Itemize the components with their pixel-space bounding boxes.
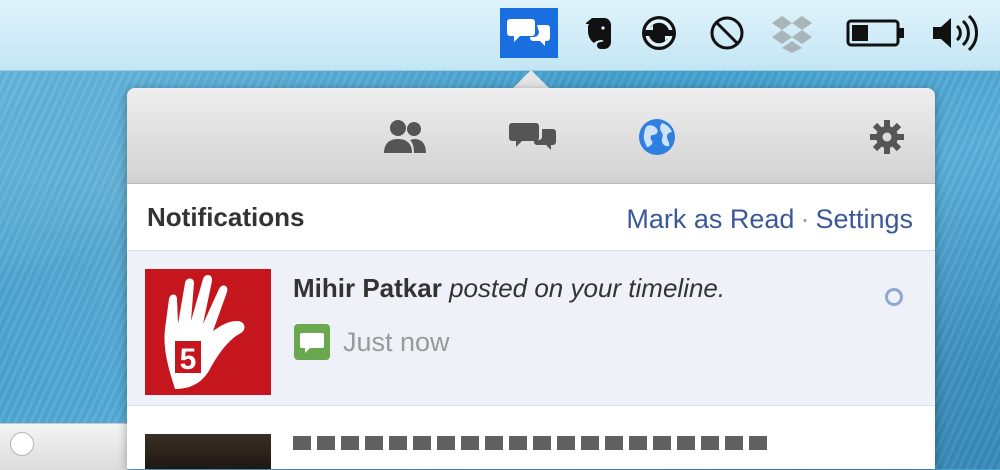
popup-tab-bar [127, 88, 935, 184]
sync-icon[interactable] [630, 8, 688, 58]
list-item[interactable]: 5 Mihir Patkar posted on your timeline. … [127, 251, 935, 406]
messages-icon[interactable] [503, 112, 563, 162]
evernote-icon[interactable] [570, 8, 628, 58]
notification-actor[interactable]: Mihir Patkar [293, 273, 442, 303]
notification-meta: Just now [293, 323, 450, 361]
facebook-notifications-icon[interactable] [500, 8, 558, 58]
notification-action: posted on your timeline. [449, 273, 726, 303]
window-edge [0, 423, 127, 470]
notification-text-cutoff [293, 436, 773, 450]
list-item[interactable] [127, 406, 935, 469]
avatar-number: 5 [180, 343, 197, 376]
avatar[interactable] [145, 434, 271, 469]
settings-link[interactable]: Settings [815, 204, 913, 234]
menu-bar [0, 0, 1000, 71]
no-sign-icon[interactable] [698, 8, 756, 58]
notification-time: Just now [343, 326, 450, 357]
mark-as-read-link[interactable]: Mark as Read [626, 204, 794, 234]
avatar[interactable]: 5 [145, 269, 271, 395]
settings-gear-icon[interactable] [857, 112, 917, 162]
notifications-header: Notifications Mark as Read · Settings [127, 184, 935, 251]
window-control-button[interactable] [10, 432, 34, 456]
friend-requests-icon[interactable] [375, 112, 435, 162]
unread-indicator[interactable] [885, 288, 903, 306]
notifications-globe-icon[interactable] [627, 112, 687, 162]
volume-icon[interactable] [924, 8, 990, 58]
comment-icon [294, 324, 330, 360]
dropbox-icon[interactable] [763, 8, 821, 58]
notifications-popup: Notifications Mark as Read · Settings 5 Mi… [127, 88, 935, 469]
battery-icon[interactable] [842, 8, 910, 58]
notification-text: Mihir Patkar posted on your timeline. [293, 273, 725, 304]
header-links: Mark as Read · Settings [626, 204, 913, 235]
notifications-title: Notifications [147, 202, 305, 232]
link-separator: · [800, 204, 810, 234]
